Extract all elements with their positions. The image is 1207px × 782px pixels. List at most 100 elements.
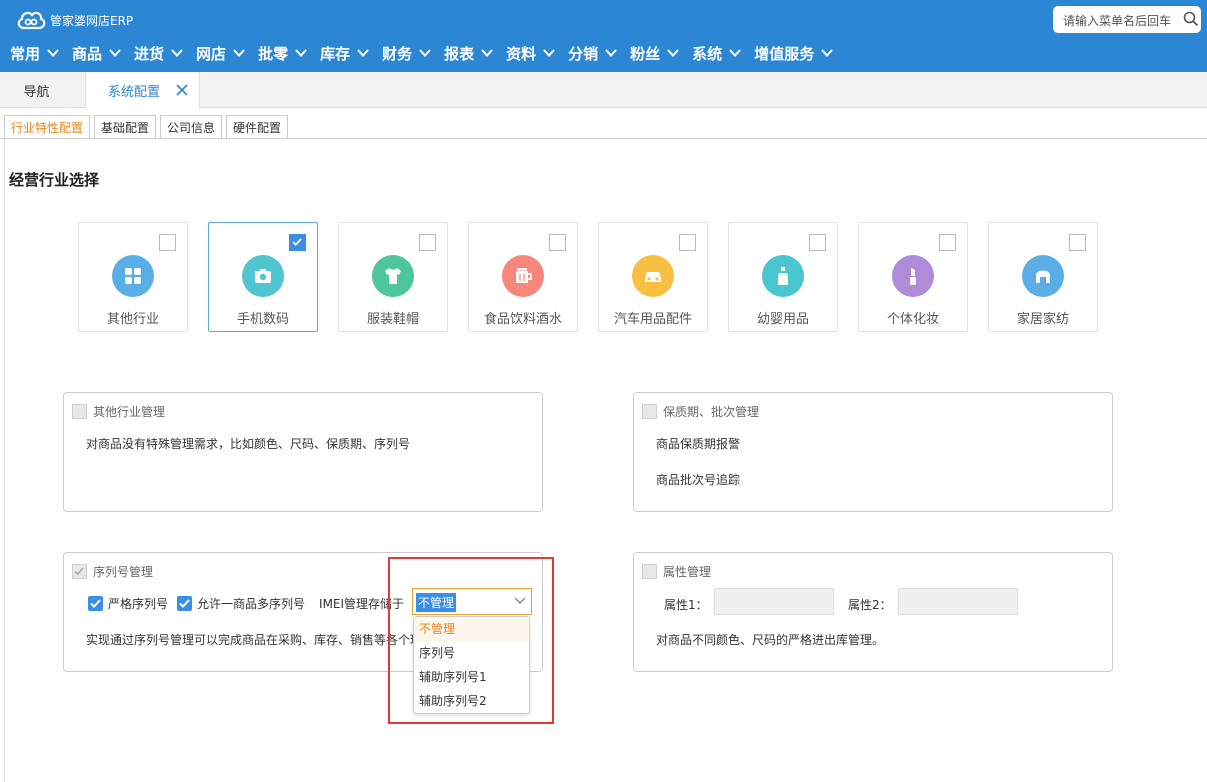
industry-card[interactable]: 手机数码 <box>208 222 318 332</box>
industry-label: 食品饮料酒水 <box>483 312 562 327</box>
panel-attribute: 属性管理 属性1： 属性2： 对商品不同颜色、尺码的严格进出库管理。 <box>633 552 1113 672</box>
config-subtabs: 行业特性配置 基础配置 公司信息 硬件配置 <box>4 115 292 139</box>
chevron-down-icon <box>419 49 431 57</box>
subtab[interactable]: 硬件配置 <box>226 115 289 139</box>
search-icon[interactable] <box>1183 11 1199 27</box>
cloud-logo-icon <box>17 11 46 30</box>
serial-options-row: 严格序列号 允许一商品多序列号 IMEI管理存储于 <box>88 595 404 612</box>
industry-card[interactable]: 食品饮料酒水 <box>468 222 578 332</box>
panel-title: 其他行业管理 <box>72 403 165 420</box>
app-logo[interactable]: 管家婆网店ERP <box>16 8 133 32</box>
highlight-box <box>388 557 554 724</box>
menu-item[interactable]: 财务 <box>382 36 431 70</box>
industry-card[interactable]: 汽车用品配件 <box>598 222 708 332</box>
industry-icon-badge <box>892 255 934 297</box>
subtab[interactable]: 基础配置 <box>94 115 157 139</box>
industry-checkbox[interactable] <box>679 234 696 251</box>
industry-checkbox[interactable] <box>159 234 176 251</box>
menu-item[interactable]: 系统 <box>692 36 741 70</box>
attr2-input[interactable] <box>898 588 1018 615</box>
industry-checkbox[interactable] <box>939 234 956 251</box>
multi-serial-checkbox[interactable] <box>177 596 193 611</box>
menu-item-label: 增值服务 <box>754 44 815 63</box>
chevron-down-icon <box>47 49 59 57</box>
home-icon <box>1036 270 1050 283</box>
chevron-down-icon <box>729 49 741 57</box>
industry-checkbox[interactable] <box>1069 234 1086 251</box>
menu-item[interactable]: 批零 <box>258 36 307 70</box>
industry-card[interactable]: 其他行业 <box>78 222 188 332</box>
subtab[interactable]: 公司信息 <box>160 115 223 139</box>
menu-item[interactable]: 商品 <box>72 36 121 70</box>
industry-icon-badge <box>502 255 544 297</box>
cup-icon <box>516 268 532 283</box>
menu-item[interactable]: 库存 <box>320 36 369 70</box>
menu-item-label: 商品 <box>72 44 103 63</box>
menu-item[interactable]: 常用 <box>10 36 59 70</box>
industry-label: 其他行业 <box>106 312 159 327</box>
chevron-down-icon <box>605 49 617 57</box>
industry-checkbox[interactable] <box>549 234 566 251</box>
industry-card[interactable]: 幼婴用品 <box>728 222 838 332</box>
industry-icon-badge <box>242 255 284 297</box>
search-placeholder: 请输入菜单名后回车 <box>1063 14 1172 28</box>
menu-item[interactable]: 资料 <box>506 36 555 70</box>
industry-checkbox[interactable] <box>419 234 436 251</box>
close-icon[interactable] <box>176 84 188 96</box>
industry-card[interactable]: 服装鞋帽 <box>338 222 448 332</box>
panel-title-label: 序列号管理 <box>93 565 154 579</box>
tab-navigation[interactable]: 导航 <box>0 72 85 108</box>
panel-other-industry: 其他行业管理 对商品没有特殊管理需求，比如颜色、尺码、保质期、序列号 <box>63 392 543 512</box>
industry-label: 汽车用品配件 <box>613 312 692 327</box>
panel-shelf-life: 保质期、批次管理 商品保质期报警 商品批次号追踪 <box>633 392 1113 512</box>
industry-card[interactable]: 个体化妆 <box>858 222 968 332</box>
menu-item-label: 进货 <box>134 44 165 63</box>
panel-title: 属性管理 <box>642 563 711 580</box>
menu-item-label: 分销 <box>568 44 599 63</box>
shelf-life-alert-text: 商品保质期报警 <box>656 437 741 451</box>
industry-checkbox[interactable] <box>289 234 306 251</box>
menu-item[interactable]: 进货 <box>134 36 183 70</box>
industry-icon-badge <box>632 255 674 297</box>
industry-icon-badge <box>112 255 154 297</box>
menu-item[interactable]: 分销 <box>568 36 617 70</box>
menu-item[interactable]: 报表 <box>444 36 493 70</box>
tab-strip: 导航 系统配置 <box>0 72 1207 108</box>
panel-description: 对商品没有特殊管理需求，比如颜色、尺码、保质期、序列号 <box>86 437 411 451</box>
serial-number-checkbox[interactable] <box>72 564 87 579</box>
attr1-input[interactable] <box>714 588 834 615</box>
menu-item[interactable]: 网店 <box>196 36 245 70</box>
industry-label: 手机数码 <box>236 312 289 327</box>
menu-item-label: 粉丝 <box>630 44 661 63</box>
strict-serial-label: 严格序列号 <box>108 597 169 611</box>
other-industry-checkbox[interactable] <box>72 404 87 419</box>
check-icon <box>74 567 84 576</box>
menu-item-label: 网店 <box>196 44 227 63</box>
chevron-down-icon <box>667 49 679 57</box>
grid-icon <box>125 268 141 284</box>
bottle-icon <box>778 267 788 285</box>
tab-system-config[interactable]: 系统配置 <box>85 72 200 108</box>
menu-item[interactable]: 粉丝 <box>630 36 679 70</box>
chevron-down-icon <box>481 49 493 57</box>
industry-card[interactable]: 家居家纺 <box>988 222 1098 332</box>
shelf-life-checkbox[interactable] <box>642 404 657 419</box>
menu-item-label: 报表 <box>444 44 475 63</box>
subtab[interactable]: 行业特性配置 <box>4 115 91 139</box>
strict-serial-checkbox[interactable] <box>88 596 103 611</box>
chevron-down-icon <box>171 49 183 57</box>
attribute-checkbox[interactable] <box>642 564 657 579</box>
top-bar: 管家婆网店ERP 请输入菜单名后回车 常用 商品 进货 网店 批零 库存 财务 报表 资料 分销 粉… <box>0 0 1207 72</box>
tab-system-config-label: 系统配置 <box>108 84 161 100</box>
menu-item-label: 财务 <box>382 44 413 63</box>
camera-icon <box>255 269 271 283</box>
industry-label: 幼婴用品 <box>756 312 809 327</box>
chevron-down-icon <box>295 49 307 57</box>
chevron-down-icon <box>109 49 121 57</box>
industry-checkbox[interactable] <box>809 234 826 251</box>
lipstick-icon <box>910 268 916 285</box>
attr1-label: 属性1： <box>664 598 708 612</box>
menu-search-box[interactable]: 请输入菜单名后回车 <box>1053 6 1201 33</box>
chevron-down-icon <box>233 49 245 57</box>
menu-item[interactable]: 增值服务 <box>754 36 833 70</box>
